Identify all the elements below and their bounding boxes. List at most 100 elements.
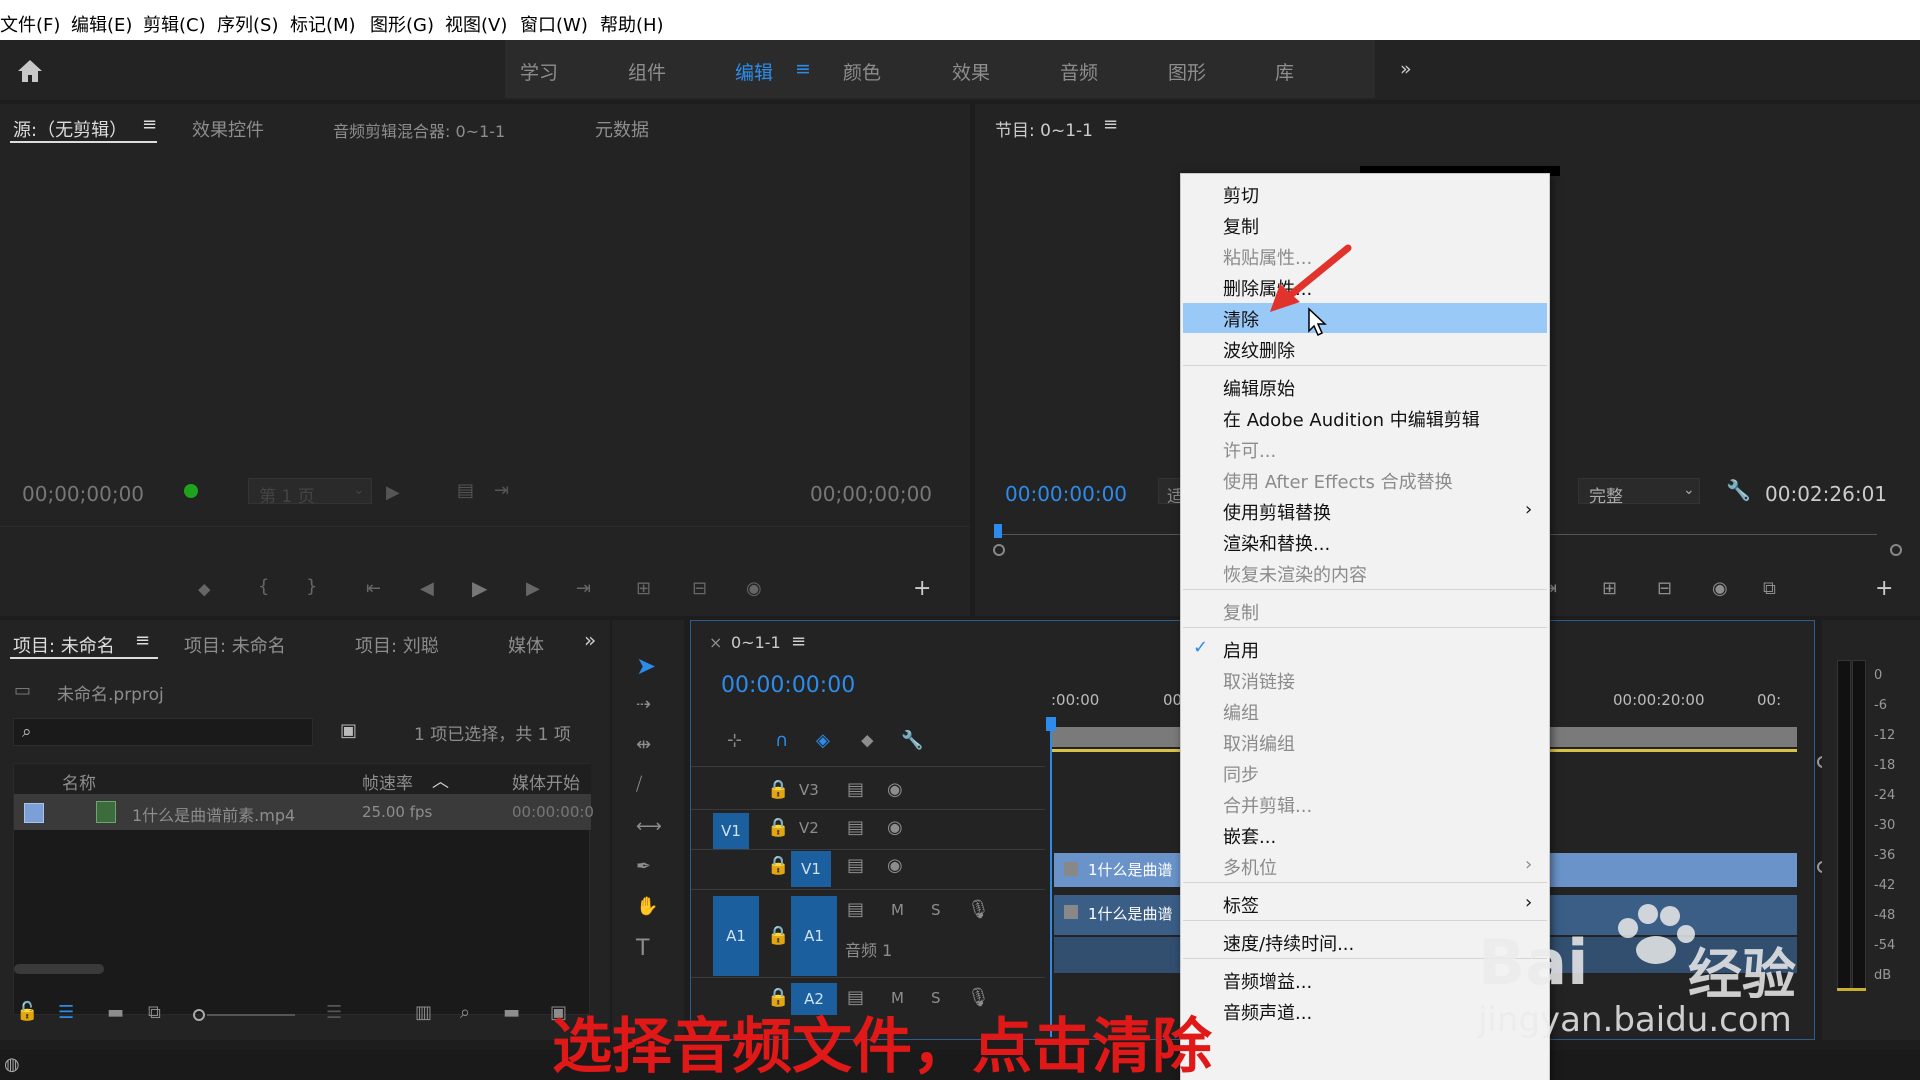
type-tool-icon[interactable]: T: [636, 938, 649, 960]
slip-icon[interactable]: ⟷: [636, 818, 662, 836]
eye-v1-icon[interactable]: ◉: [887, 857, 903, 875]
timeline-playhead[interactable]: [1050, 717, 1052, 1037]
column-name[interactable]: 名称: [62, 769, 96, 794]
play-icon[interactable]: ▶: [472, 578, 487, 598]
menu-marker[interactable]: 标记(M): [290, 11, 356, 37]
mark-in-icon[interactable]: {: [258, 578, 269, 596]
sync-a1-icon[interactable]: ▤: [847, 901, 864, 919]
wrench-icon[interactable]: 🔧: [1726, 480, 1751, 500]
settings-square-icon[interactable]: ▤: [457, 482, 474, 500]
razor-icon[interactable]: ⧸: [636, 776, 642, 794]
menu-help[interactable]: 帮助(H): [600, 11, 664, 37]
tab-source[interactable]: 源:（无剪辑）: [13, 116, 127, 142]
insert-icon[interactable]: ⊞: [636, 580, 651, 598]
workspace-menu-icon[interactable]: ≡: [795, 58, 811, 80]
list-view-icon[interactable]: ☰: [58, 1004, 74, 1022]
track-select-icon[interactable]: ⇢: [636, 696, 651, 714]
tab-metadata[interactable]: 元数据: [595, 116, 649, 142]
export-frame-icon[interactable]: ◉: [746, 580, 762, 598]
workspace-color[interactable]: 颜色: [843, 58, 881, 85]
playhead-icon[interactable]: [994, 524, 1002, 538]
program-timecode[interactable]: 00:00:00:00: [1005, 482, 1127, 506]
new-bin-search-icon[interactable]: ▣: [340, 722, 357, 740]
context-menu-item[interactable]: 清除: [1223, 306, 1259, 332]
project-row[interactable]: 1什么是曲谱前素.mp4 25.00 fps 00:00:00:0: [14, 794, 594, 830]
source-patch-a1[interactable]: A1: [713, 896, 759, 976]
tab-media[interactable]: 媒体: [508, 632, 544, 658]
go-to-out-icon[interactable]: ⇥: [576, 580, 591, 598]
menu-sequence[interactable]: 序列(S): [217, 11, 278, 37]
context-menu-item[interactable]: 复制: [1223, 599, 1259, 625]
scroll-handle-right[interactable]: [1890, 544, 1902, 556]
timeline-title[interactable]: 0~1-1: [731, 633, 781, 652]
comparison-icon[interactable]: ⧉: [1763, 580, 1776, 598]
workspace-assembly[interactable]: 组件: [628, 58, 666, 85]
mark-out-icon[interactable]: }: [306, 578, 317, 596]
drop-frame-icon[interactable]: ⇥: [494, 482, 509, 500]
page-select[interactable]: 第 1 页 ⌄: [248, 478, 372, 507]
sync-v2-icon[interactable]: ▤: [847, 819, 864, 837]
track-v1[interactable]: V1: [791, 851, 831, 887]
linked-selection-icon[interactable]: ◈: [816, 732, 830, 750]
context-menu-item[interactable]: 许可...: [1223, 437, 1276, 463]
lock-v3-icon[interactable]: 🔒: [767, 781, 789, 799]
timeline-playhead-handle[interactable]: [1046, 717, 1056, 731]
sort-icon[interactable]: ☰: [326, 1004, 342, 1022]
timeline-settings-icon[interactable]: 🔧: [901, 732, 923, 750]
context-menu-item[interactable]: 取消编组: [1223, 730, 1295, 756]
menu-view[interactable]: 视图(V): [445, 11, 507, 37]
sync-v1-icon[interactable]: ▤: [847, 857, 864, 875]
context-menu-item[interactable]: 音频增益...: [1223, 968, 1312, 994]
program-title[interactable]: 节目: 0~1-1: [995, 116, 1093, 141]
menu-window[interactable]: 窗口(W): [520, 11, 588, 37]
timeline-timecode[interactable]: 00:00:00:00: [721, 673, 855, 698]
pen-icon[interactable]: ✒: [636, 858, 651, 876]
camera-icon[interactable]: ◉: [1712, 580, 1728, 598]
context-menu-item[interactable]: 编辑原始: [1223, 375, 1295, 401]
horizontal-scrollbar[interactable]: [14, 964, 104, 974]
ripple-edit-icon[interactable]: ⇹: [636, 736, 651, 754]
context-menu-item[interactable]: 速度/持续时间...: [1223, 930, 1354, 956]
label-color-swatch[interactable]: [24, 803, 44, 823]
track-a1[interactable]: A1: [791, 896, 837, 976]
menu-edit[interactable]: 编辑(E): [71, 11, 132, 37]
context-menu-item[interactable]: 复制: [1223, 213, 1259, 239]
eye-v3-icon[interactable]: ◉: [887, 781, 903, 799]
timeline-menu-icon[interactable]: ≡: [791, 631, 806, 652]
menu-clip[interactable]: 剪辑(C): [143, 11, 206, 37]
tab-audio-clip-mixer[interactable]: 音频剪辑混合器: 0~1-1: [333, 118, 505, 142]
context-menu-item[interactable]: 渲染和替换...: [1223, 530, 1330, 556]
solo-a1[interactable]: S: [931, 901, 941, 919]
context-menu-item[interactable]: 同步: [1223, 761, 1259, 787]
context-menu-item[interactable]: 标签: [1223, 892, 1259, 918]
tab-effect-controls[interactable]: 效果控件: [192, 116, 264, 142]
go-to-in-icon[interactable]: ⇤: [366, 580, 381, 598]
context-menu-item[interactable]: 嵌套...: [1223, 823, 1276, 849]
context-menu-item[interactable]: 音频声道...: [1223, 999, 1312, 1025]
workspace-audio[interactable]: 音频: [1060, 58, 1098, 85]
workspace-learn[interactable]: 学习: [520, 58, 558, 85]
context-menu-item[interactable]: 使用剪辑替换: [1223, 499, 1331, 525]
program-add-icon[interactable]: +: [1875, 578, 1893, 600]
find-icon[interactable]: ⌕: [460, 1004, 470, 1022]
workspace-editing[interactable]: 编辑: [735, 58, 773, 85]
column-media-start[interactable]: 媒体开始: [512, 769, 580, 794]
tab-project-2[interactable]: 项目: 未命名: [184, 632, 286, 658]
context-menu-item[interactable]: 取消链接: [1223, 668, 1295, 694]
add-marker-icon[interactable]: ⬥: [861, 732, 874, 750]
sync-v3-icon[interactable]: ▤: [847, 781, 864, 799]
snap-icon[interactable]: ∩: [775, 732, 788, 750]
nest-icon[interactable]: ⊹: [727, 732, 742, 750]
zoom-slider[interactable]: [207, 1014, 295, 1016]
context-menu-item[interactable]: 合并剪辑...: [1223, 792, 1312, 818]
track-v3[interactable]: V3: [799, 781, 819, 799]
context-menu-item[interactable]: 剪切: [1223, 182, 1259, 208]
context-menu-item[interactable]: 编组: [1223, 699, 1259, 725]
close-tab-icon[interactable]: ×: [709, 633, 722, 652]
play-arrow-icon[interactable]: ▶: [386, 484, 400, 502]
mute-a1[interactable]: M: [891, 901, 904, 919]
column-framerate[interactable]: 帧速率: [362, 769, 413, 794]
context-menu-item[interactable]: 波纹删除: [1223, 337, 1295, 363]
workspace-graphics[interactable]: 图形: [1168, 58, 1206, 85]
more-workspaces-icon[interactable]: »: [1400, 58, 1412, 80]
